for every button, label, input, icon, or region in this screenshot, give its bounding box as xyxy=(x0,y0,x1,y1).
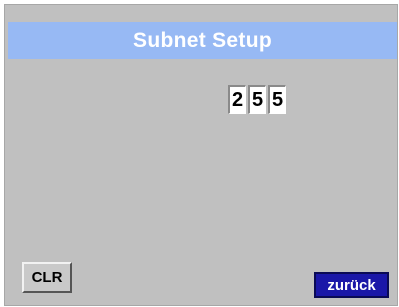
clear-button[interactable]: CLR xyxy=(22,262,72,293)
device-screen: Subnet Setup 2 5 5 CLR zurück xyxy=(0,0,399,307)
page-title: Subnet Setup xyxy=(133,28,272,52)
digit-field-1[interactable]: 2 xyxy=(228,85,246,114)
title-bar: Subnet Setup xyxy=(8,22,397,59)
digit-field-2[interactable]: 5 xyxy=(248,85,266,114)
back-button[interactable]: zurück xyxy=(314,272,389,298)
subnet-octet-input[interactable]: 2 5 5 xyxy=(228,85,288,114)
digit-field-3[interactable]: 5 xyxy=(268,85,286,114)
